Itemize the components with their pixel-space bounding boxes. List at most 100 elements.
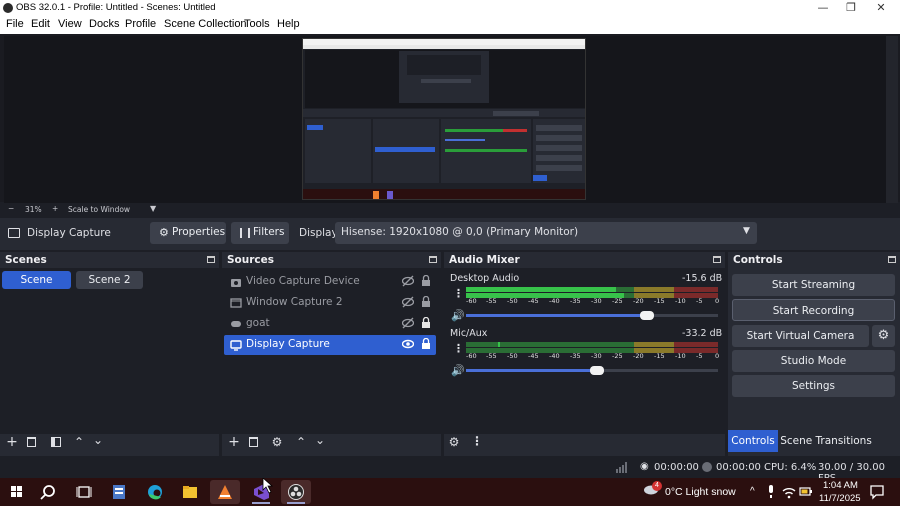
- volume-slider-fill: [466, 314, 647, 317]
- move-up-icon[interactable]: ⌃: [73, 436, 85, 448]
- menu-view[interactable]: View: [58, 18, 82, 30]
- scene-filters-icon[interactable]: [51, 437, 61, 447]
- menu-profile[interactable]: Profile: [125, 18, 156, 30]
- properties-button[interactable]: ⚙ Properties: [150, 222, 226, 244]
- volume-slider-handle[interactable]: [640, 311, 654, 320]
- menu-tools[interactable]: Tools: [244, 18, 270, 30]
- tab-scene-transitions[interactable]: Scene Transitions: [780, 430, 872, 452]
- taskbar-app-file-explorer[interactable]: [175, 480, 205, 504]
- close-button[interactable]: ✕: [866, 0, 896, 16]
- remove-scene-icon[interactable]: [27, 437, 36, 447]
- undock-icon[interactable]: [429, 256, 437, 263]
- clock-date[interactable]: 11/7/2025: [819, 493, 861, 504]
- speaker-icon[interactable]: 🔊: [451, 309, 465, 322]
- source-properties-gear-icon[interactable]: ⚙: [271, 436, 283, 448]
- studio-mode-button[interactable]: Studio Mode: [732, 350, 895, 372]
- lock-icon[interactable]: [421, 274, 431, 287]
- scene-item-scene-2[interactable]: Scene 2: [76, 271, 143, 289]
- display-select-value: Hisense: 1920x1080 @ 0,0 (Primary Monito…: [341, 226, 579, 238]
- add-scene-icon[interactable]: +: [6, 435, 18, 449]
- preview-scrollbar[interactable]: [886, 36, 898, 204]
- channel-menu-icon[interactable]: ⋮: [453, 342, 464, 355]
- source-item[interactable]: goat: [224, 314, 436, 334]
- eye-hidden-icon[interactable]: [401, 317, 415, 329]
- zoom-out-button[interactable]: −: [8, 204, 14, 213]
- window-icon: [230, 297, 242, 309]
- windows-taskbar: 4 0°C Light snow ^ 1:04 AM 11/7/2025: [0, 478, 900, 506]
- undock-icon[interactable]: [207, 256, 215, 263]
- undock-icon[interactable]: [713, 256, 721, 263]
- taskbar-app-edge[interactable]: [140, 480, 170, 504]
- wifi-icon[interactable]: [782, 485, 796, 499]
- volume-slider[interactable]: [466, 366, 718, 375]
- cpu-usage: CPU: 6.4%: [764, 462, 817, 473]
- zoom-mode-dropdown-icon[interactable]: ▼: [150, 204, 156, 213]
- lock-icon[interactable]: [421, 295, 431, 308]
- settings-button[interactable]: Settings: [732, 375, 895, 397]
- obs-window: OBS 32.0.1 - Profile: Untitled - Scenes:…: [0, 0, 900, 506]
- start-streaming-button[interactable]: Start Streaming: [732, 274, 895, 296]
- preview-display-capture[interactable]: [302, 38, 586, 200]
- source-item[interactable]: Window Capture 2: [224, 293, 436, 313]
- move-up-icon[interactable]: ⌃: [295, 436, 307, 448]
- battery-icon[interactable]: [799, 485, 813, 499]
- channel-db: -15.6 dB: [682, 273, 723, 284]
- audio-mixer-title: Audio Mixer: [449, 254, 520, 266]
- tab-controls[interactable]: Controls: [728, 430, 778, 452]
- start-button[interactable]: [2, 480, 32, 504]
- maximize-button[interactable]: ❐: [836, 0, 866, 16]
- microphone-icon[interactable]: [766, 485, 776, 499]
- channel-meter-ticks: -60 -55 -50 -45 -40 -35 -30 -25 -20 -15 …: [466, 297, 720, 305]
- taskbar-app-obs[interactable]: [281, 480, 311, 504]
- scenes-list[interactable]: [0, 268, 219, 434]
- minimize-button[interactable]: —: [808, 0, 838, 16]
- filters-label: Filters: [253, 226, 285, 238]
- folder-icon: [183, 486, 197, 498]
- source-item-selected[interactable]: Display Capture: [224, 335, 436, 355]
- start-recording-button[interactable]: Start Recording: [732, 299, 895, 321]
- menu-file[interactable]: File: [6, 18, 24, 30]
- volume-slider[interactable]: [466, 311, 718, 320]
- eye-hidden-icon[interactable]: [401, 275, 415, 287]
- tray-overflow-chevron-icon[interactable]: ^: [750, 486, 755, 497]
- clock-time[interactable]: 1:04 AM: [823, 480, 858, 491]
- eye-icon[interactable]: [401, 338, 415, 350]
- undock-icon[interactable]: [888, 256, 896, 263]
- menu-scene-collection[interactable]: Scene Collection: [164, 18, 247, 30]
- add-source-icon[interactable]: +: [228, 435, 240, 449]
- volume-slider-handle[interactable]: [590, 366, 604, 375]
- windows-logo-icon: [11, 486, 22, 497]
- display-select[interactable]: Hisense: 1920x1080 @ 0,0 (Primary Monito…: [335, 222, 757, 244]
- start-virtual-camera-button[interactable]: Start Virtual Camera: [732, 325, 869, 347]
- filters-button[interactable]: Filters: [231, 222, 289, 244]
- speaker-icon[interactable]: 🔊: [451, 364, 465, 377]
- eye-hidden-icon[interactable]: [401, 296, 415, 308]
- taskbar-search-button[interactable]: [35, 480, 65, 504]
- chevron-down-icon: ▼: [743, 226, 750, 236]
- taskbar-app-vlc[interactable]: [210, 480, 240, 504]
- stream-status-icon: ◉: [640, 461, 649, 472]
- lock-icon[interactable]: [421, 316, 431, 329]
- menu-edit[interactable]: Edit: [31, 18, 50, 30]
- weather-text[interactable]: 0°C Light snow: [665, 486, 736, 498]
- channel-menu-icon[interactable]: ⋮: [453, 287, 464, 300]
- task-view-icon: [76, 486, 92, 498]
- move-down-icon[interactable]: ⌄: [314, 434, 326, 446]
- source-item[interactable]: Video Capture Device: [224, 272, 436, 292]
- lock-icon[interactable]: [421, 337, 431, 350]
- remove-source-icon[interactable]: [249, 437, 258, 447]
- zoom-mode[interactable]: Scale to Window: [68, 205, 130, 214]
- window-title: OBS 32.0.1 - Profile: Untitled - Scenes:…: [16, 2, 216, 13]
- zoom-percent: 31%: [25, 205, 42, 214]
- taskbar-app-notepad[interactable]: [104, 480, 134, 504]
- notifications-icon[interactable]: [869, 484, 885, 500]
- menu-docks[interactable]: Docks: [89, 18, 120, 30]
- advanced-audio-gear-icon[interactable]: ⚙: [448, 436, 460, 448]
- scene-item-scene[interactable]: Scene: [2, 271, 71, 289]
- audio-menu-icon[interactable]: ⋮: [471, 435, 483, 447]
- virtual-camera-settings-gear-icon[interactable]: ⚙: [872, 325, 895, 347]
- move-down-icon[interactable]: ⌄: [92, 434, 104, 446]
- zoom-in-button[interactable]: +: [52, 204, 58, 213]
- task-view-button[interactable]: [69, 480, 99, 504]
- menu-help[interactable]: Help: [277, 18, 300, 30]
